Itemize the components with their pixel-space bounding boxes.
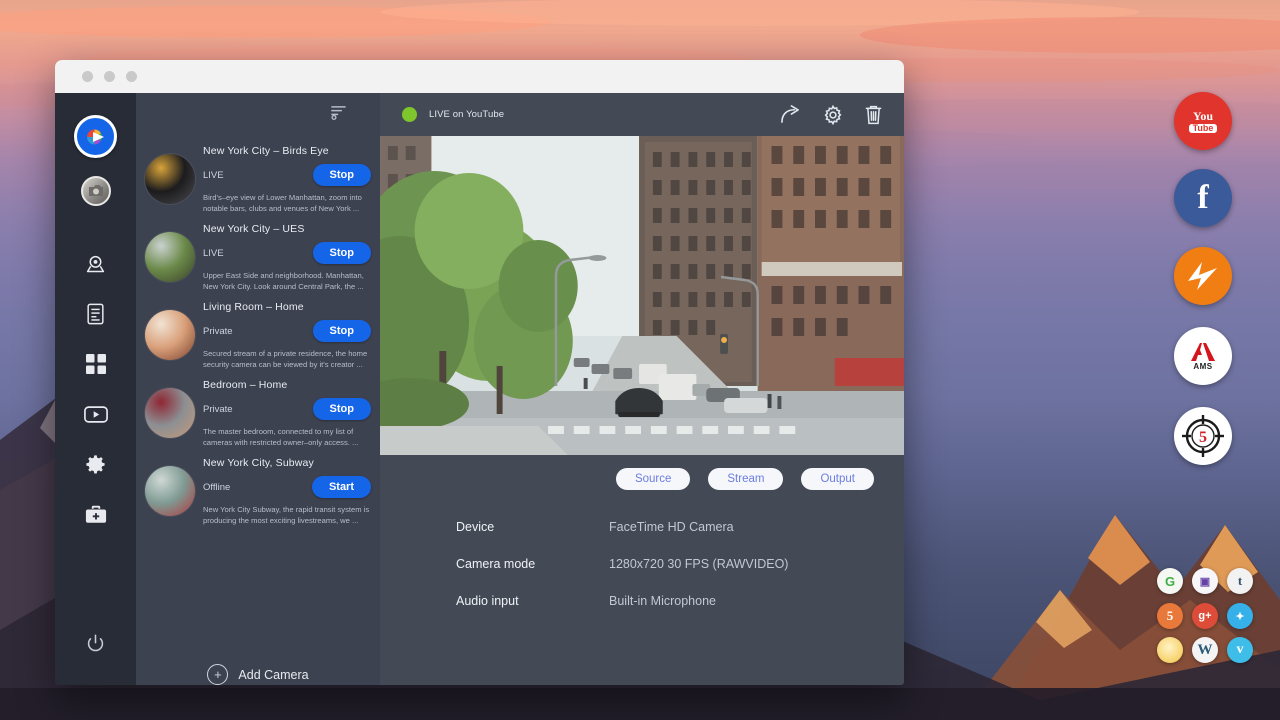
camera-state: Private <box>203 326 233 337</box>
app-logo[interactable] <box>74 115 117 158</box>
main-toolbar-actions <box>780 105 882 125</box>
sidebar-item-video[interactable] <box>76 394 116 434</box>
camera-toggle-button[interactable]: Stop <box>313 242 371 264</box>
camera-info: Bedroom – HomePrivateStopThe master bedr… <box>203 376 371 442</box>
desktop-icon-youtube[interactable]: You Tube <box>1174 92 1232 150</box>
desktop-icon-gotv[interactable]: G <box>1157 568 1183 594</box>
add-camera-label: Add Camera <box>238 668 308 682</box>
window-titlebar <box>55 60 904 93</box>
sort-filter-icon[interactable] <box>330 104 347 125</box>
desktop-icon-twitter[interactable]: ✦ <box>1227 603 1253 629</box>
camera-list-item[interactable]: Living Room – Home Private Stop Secured str… <box>136 292 380 370</box>
camera-description: New York City Subway, the rapid transit … <box>203 504 371 526</box>
desktop-icon-target-five[interactable]: 5 <box>1174 407 1232 465</box>
camera-description: The master bedroom, connected to my list… <box>203 426 371 448</box>
camera-thumbnail <box>145 388 195 438</box>
camera-description: Secured stream of a private residence, t… <box>203 348 371 370</box>
camera-list-panel: New York City – Birds Eye LIVE Stop Bird's–… <box>136 93 380 685</box>
desktop-icon-facebook[interactable]: f <box>1174 169 1232 227</box>
property-key: Device <box>456 520 609 534</box>
desktop-icon-wowza[interactable] <box>1174 247 1232 305</box>
desktop-icon-wordpress[interactable]: W <box>1192 637 1218 663</box>
camera-title: Living Room – Home <box>203 301 371 313</box>
add-camera-button[interactable]: + Add Camera <box>136 642 380 685</box>
trash-icon[interactable] <box>865 105 882 125</box>
camera-thumbnail <box>145 466 195 516</box>
desktop-icon-google-plus[interactable]: g+ <box>1192 603 1218 629</box>
camera-description: Upper East Side and neighborhood. Manhat… <box>203 270 371 292</box>
camera-state: Offline <box>203 482 230 493</box>
camera-info: Living Room – HomePrivateStopSecured str… <box>203 298 371 364</box>
app-body: New York City – Birds Eye LIVE Stop Bird's–… <box>55 93 904 685</box>
desktop-icon-five[interactable]: 5 <box>1157 603 1183 629</box>
window-maximize-button[interactable] <box>126 71 137 82</box>
property-row: DeviceFaceTime HD Camera <box>456 520 904 534</box>
app-window: New York City – Birds Eye LIVE Stop Bird's–… <box>55 60 904 685</box>
live-status-label: LIVE on YouTube <box>429 109 504 120</box>
desktop-icon-sun[interactable] <box>1157 637 1183 663</box>
camera-title: New York City – Birds Eye <box>203 145 371 157</box>
sidebar <box>55 93 136 685</box>
property-value[interactable]: Built-in Microphone <box>609 594 716 608</box>
window-close-button[interactable] <box>82 71 93 82</box>
camera-description: Bird's–eye view of Lower Manhattan, zoom… <box>203 192 371 214</box>
sidebar-item-profile[interactable] <box>81 176 111 206</box>
camera-thumbnail <box>145 154 195 204</box>
desktop-icon-adobe-ams[interactable]: AMS <box>1174 327 1232 385</box>
camera-info: New York City – UESLIVEStopUpper East Si… <box>203 220 371 286</box>
tab-output[interactable]: Output <box>801 468 874 490</box>
camera-state: LIVE <box>203 170 224 181</box>
camera-toggle-button[interactable]: Stop <box>313 320 371 342</box>
camera-info: New York City, SubwayOfflineStartNew Yor… <box>203 454 371 520</box>
desktop-icon-tumblr[interactable]: t <box>1227 568 1253 594</box>
property-row: Camera mode1280x720 30 FPS (RAWVIDEO) <box>456 557 904 571</box>
property-key: Audio input <box>456 594 609 608</box>
camera-state: LIVE <box>203 248 224 259</box>
camera-list-toolbar <box>136 93 380 136</box>
share-icon[interactable] <box>780 105 801 124</box>
camera-toggle-button[interactable]: Start <box>312 476 371 498</box>
desktop-icon-vimeo[interactable]: v <box>1227 637 1253 663</box>
sidebar-item-apps[interactable] <box>76 344 116 384</box>
camera-title: New York City – UES <box>203 223 371 235</box>
camera-toggle-button[interactable]: Stop <box>313 164 371 186</box>
camera-list-item[interactable]: New York City – UES LIVE Stop Upper East Si… <box>136 214 380 292</box>
camera-thumbnail <box>145 232 195 282</box>
property-key: Camera mode <box>456 557 609 571</box>
sidebar-item-toolkit[interactable] <box>76 494 116 534</box>
video-preview[interactable] <box>380 136 904 455</box>
window-minimize-button[interactable] <box>104 71 115 82</box>
live-status-dot <box>402 107 417 122</box>
gear-icon[interactable] <box>823 105 843 125</box>
tab-source[interactable]: Source <box>616 468 690 490</box>
camera-list-item[interactable]: New York City, Subway Offline Start New Yor… <box>136 448 380 526</box>
camera-toggle-button[interactable]: Stop <box>313 398 371 420</box>
main-panel: LIVE on YouTube <box>380 93 904 685</box>
sidebar-item-reports[interactable] <box>76 294 116 334</box>
sidebar-item-settings[interactable] <box>76 444 116 484</box>
camera-thumbnail <box>145 310 195 360</box>
camera-list[interactable]: New York City – Birds Eye LIVE Stop Bird's–… <box>136 136 380 642</box>
camera-state: Private <box>203 404 233 415</box>
sidebar-item-cameras[interactable] <box>76 244 116 284</box>
property-row: Audio inputBuilt-in Microphone <box>456 594 904 608</box>
plus-circle-icon: + <box>207 664 228 685</box>
source-stream-output-tabs: Source Stream Output <box>380 455 904 490</box>
svg-text:5: 5 <box>1199 429 1207 446</box>
camera-list-item[interactable]: Bedroom – Home Private Stop The master bedr… <box>136 370 380 448</box>
camera-title: Bedroom – Home <box>203 379 371 391</box>
camera-title: New York City, Subway <box>203 457 371 469</box>
property-value[interactable]: FaceTime HD Camera <box>609 520 734 534</box>
camera-info: New York City – Birds EyeLIVEStopBird's–… <box>203 142 371 208</box>
property-value[interactable]: 1280x720 30 FPS (RAWVIDEO) <box>609 557 788 571</box>
tab-stream[interactable]: Stream <box>708 468 783 490</box>
properties-list: DeviceFaceTime HD Camera Camera mode1280x… <box>380 490 904 631</box>
main-toolbar: LIVE on YouTube <box>380 93 904 136</box>
desktop-icon-twitch[interactable]: ▣ <box>1192 568 1218 594</box>
sidebar-item-power[interactable] <box>76 623 116 663</box>
camera-list-item[interactable]: New York City – Birds Eye LIVE Stop Bird's–… <box>136 136 380 214</box>
